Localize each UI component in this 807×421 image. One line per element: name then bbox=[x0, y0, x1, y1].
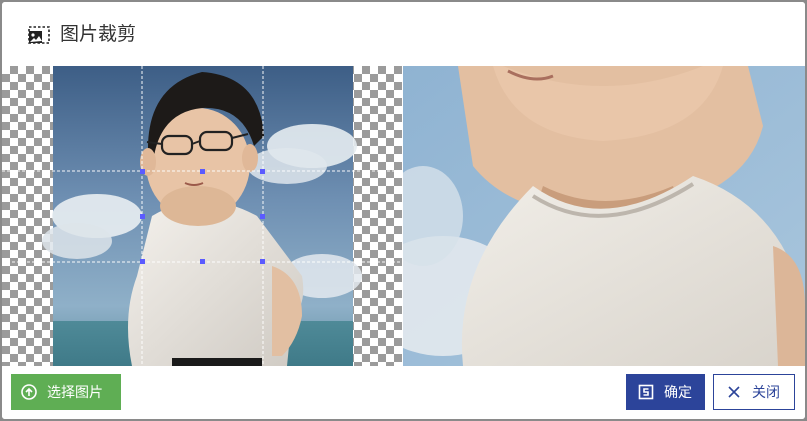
image-crop-dialog: 图片裁剪 选择图片 确定 关闭 bbox=[2, 2, 805, 419]
crop-box[interactable] bbox=[2, 66, 402, 366]
save-icon bbox=[638, 384, 654, 400]
crop-handle-w[interactable] bbox=[140, 214, 145, 219]
crop-handle-se[interactable] bbox=[260, 259, 265, 264]
crop-handle-ne[interactable] bbox=[260, 169, 265, 174]
select-image-button[interactable]: 选择图片 bbox=[11, 374, 121, 410]
crop-canvas[interactable] bbox=[2, 66, 402, 366]
crop-preview bbox=[403, 66, 805, 366]
dialog-title: 图片裁剪 bbox=[60, 23, 137, 45]
preview-image bbox=[403, 66, 805, 366]
confirm-button[interactable]: 确定 bbox=[626, 374, 705, 410]
dialog-footer: 选择图片 确定 关闭 bbox=[2, 366, 805, 419]
crop-handle-e[interactable] bbox=[260, 214, 265, 219]
crop-handle-s[interactable] bbox=[200, 259, 205, 264]
crop-handle-sw[interactable] bbox=[140, 259, 145, 264]
close-label: 关闭 bbox=[752, 385, 780, 401]
select-image-label: 选择图片 bbox=[47, 385, 103, 401]
close-icon bbox=[726, 384, 742, 400]
crop-handle-nw[interactable] bbox=[140, 169, 145, 174]
dialog-header: 图片裁剪 bbox=[2, 2, 805, 66]
crop-stage bbox=[2, 66, 805, 366]
crop-handle-n[interactable] bbox=[200, 169, 205, 174]
confirm-label: 确定 bbox=[664, 385, 692, 401]
upload-circle-icon bbox=[21, 384, 37, 400]
image-crop-icon bbox=[28, 26, 50, 44]
close-button[interactable]: 关闭 bbox=[713, 374, 795, 410]
